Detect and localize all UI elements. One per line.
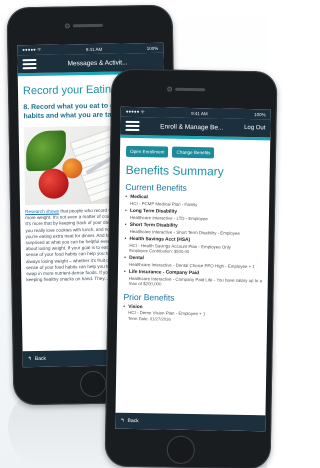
research-link[interactable]: Research shows: [25, 209, 59, 215]
page-title: Benefits Summary: [125, 162, 224, 179]
benefit-item[interactable]: Dental Healthcare Interactive - Dental C…: [124, 256, 263, 269]
battery-level: 100%: [254, 111, 266, 117]
home-button[interactable]: [79, 370, 107, 398]
hamburger-menu-icon[interactable]: [22, 58, 37, 70]
benefit-detail: Healthcare Interactive - Short Term Disa…: [129, 228, 240, 236]
front-camera: [167, 86, 173, 92]
back-label: Back: [127, 417, 139, 425]
earpiece-speaker: [72, 23, 103, 28]
hamburger-menu-icon[interactable]: [125, 120, 140, 132]
carrier-signal: ●●●●● ᯤ: [22, 46, 42, 53]
status-time: 9:41 AM: [191, 110, 208, 116]
prior-benefits-heading: Prior Benefits: [123, 291, 175, 303]
benefit-item[interactable]: Medical HCI - PCMP Medical Plan - Family: [125, 195, 264, 208]
earpiece-speaker: [175, 87, 206, 92]
current-benefits-heading: Current Benefits: [125, 181, 187, 193]
nav-bar: Enroll & Manage Be... Log Out: [120, 116, 271, 138]
benefit-detail: Healthcare Interactive - LTD - Employee: [129, 214, 208, 221]
benefit-detail: Healthcare Interactive - Company Paid Li…: [128, 275, 263, 287]
benefit-item[interactable]: Vision HCI - Demo Vision Plan - Employee…: [123, 304, 262, 323]
back-arrow-icon: ↰: [120, 417, 125, 424]
benefit-detail: HCI - PCMP Medical Plan - Family: [130, 200, 198, 207]
benefit-item[interactable]: Health Savings Acct (HSA) HCI - Health S…: [124, 237, 263, 256]
benefits-content: Open Enrollment Change Benefits Benefits…: [117, 138, 270, 323]
phone-front: ●●●●● ᯤ 9:41 AM 100% Enroll & Manage Be.…: [104, 68, 278, 468]
apple-image: [38, 168, 69, 199]
action-buttons: Open Enrollment Change Benefits: [125, 145, 265, 159]
nav-title: Messages & Activit...: [67, 58, 128, 67]
front-camera: [64, 23, 70, 29]
footer-back-button[interactable]: ↰ Back: [115, 412, 266, 432]
nav-title: Enroll & Manage Be...: [160, 122, 224, 132]
open-enrollment-button[interactable]: Open Enrollment: [125, 145, 169, 158]
benefit-item[interactable]: Short Term Disability Healthcare Interac…: [125, 223, 264, 236]
change-benefits-button[interactable]: Change Benefits: [172, 146, 215, 159]
phone-front-screen: ●●●●● ᯤ 9:41 AM 100% Enroll & Manage Be.…: [115, 106, 271, 432]
back-label: Back: [34, 355, 47, 363]
carrier-signal: ●●●●● ᯤ: [125, 108, 145, 115]
back-arrow-icon: ↰: [27, 356, 32, 363]
benefit-item[interactable]: Long Term Disability Healthcare Interact…: [125, 209, 264, 222]
battery-level: 100%: [146, 45, 159, 51]
home-button[interactable]: [166, 435, 196, 465]
benefit-detail: Healthcare Interactive - Dental Choice P…: [129, 261, 255, 269]
greens-image: [25, 130, 67, 172]
status-time: 9:41 AM: [85, 46, 103, 52]
log-out-button[interactable]: Log Out: [244, 125, 265, 131]
benefit-item[interactable]: Life Insurance - Company Paid Healthcare…: [124, 270, 263, 289]
